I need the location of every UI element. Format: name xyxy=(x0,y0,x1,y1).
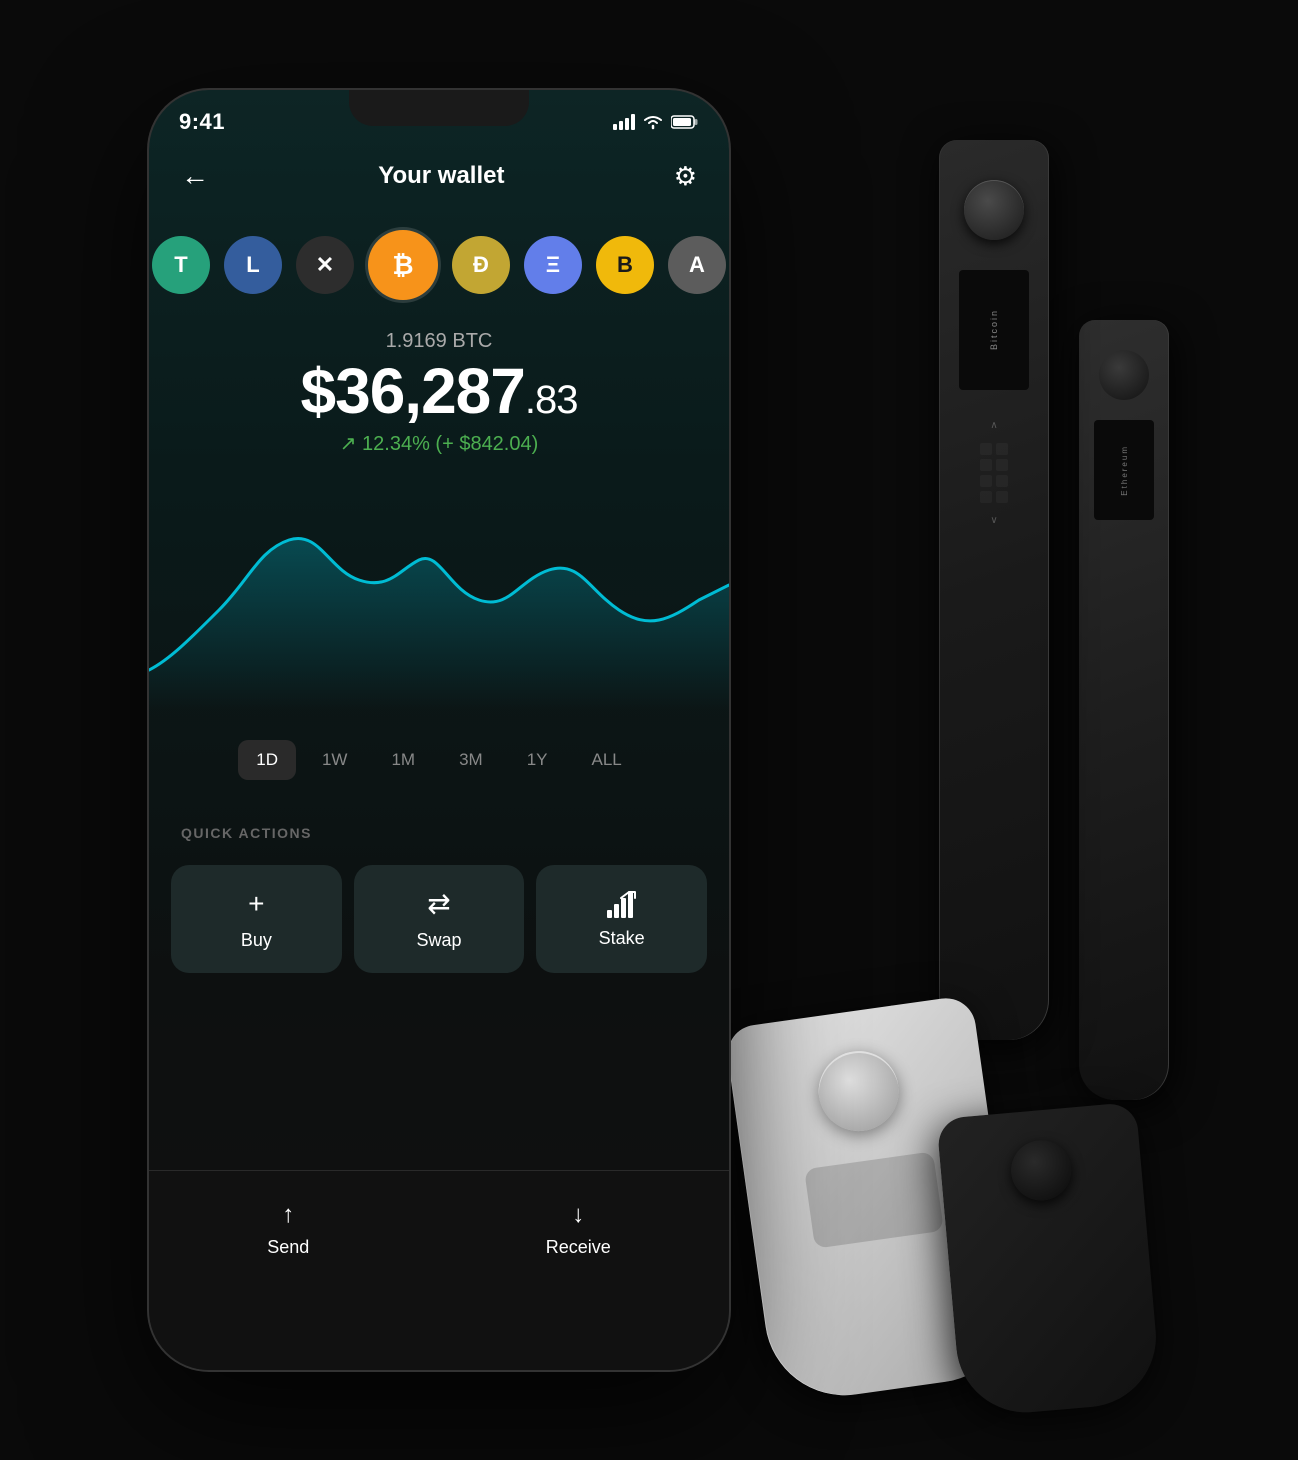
swap-icon: ⇄ xyxy=(427,887,450,920)
coin-selector: T L ✕ ₿ Ð Ξ B A xyxy=(149,230,729,300)
quick-actions: + Buy ⇄ Swap Stake xyxy=(171,865,707,973)
crypto-balance: 1.9169 BTC xyxy=(149,330,729,353)
hw2-text: Ethereum xyxy=(1120,445,1129,496)
hw1-text: Bitcoin xyxy=(989,309,999,350)
swap-button[interactable]: ⇄ Swap xyxy=(354,865,525,973)
hw3-button xyxy=(814,1046,904,1136)
swap-label: Swap xyxy=(416,930,461,951)
coin-xrp[interactable]: ✕ xyxy=(296,236,354,294)
period-1y[interactable]: 1Y xyxy=(509,740,566,780)
hw1-button xyxy=(964,180,1024,240)
coin-litecoin[interactable]: L xyxy=(224,236,282,294)
quick-actions-label: QUICK ACTIONS xyxy=(181,825,312,841)
bottom-bar: ↑ Send ↓ Receive xyxy=(149,1170,729,1370)
receive-button[interactable]: ↓ Receive xyxy=(546,1201,611,1258)
buy-label: Buy xyxy=(241,930,272,951)
coin-bitcoin[interactable]: ₿ xyxy=(368,230,438,300)
stake-icon xyxy=(607,890,637,918)
coin-algo[interactable]: A xyxy=(668,236,726,294)
phone-screen: 9:41 xyxy=(149,90,729,1370)
change-text: 12.34% (+ $842.04) xyxy=(362,433,538,455)
coin-bnb[interactable]: B xyxy=(596,236,654,294)
receive-icon: ↓ xyxy=(572,1201,584,1229)
balance-change: ↗ 12.34% (+ $842.04) xyxy=(149,431,729,456)
page-title: Your wallet xyxy=(378,162,504,190)
fiat-cents: .83 xyxy=(525,378,578,422)
phone-notch xyxy=(349,90,529,126)
period-all[interactable]: ALL xyxy=(574,740,640,780)
period-1d[interactable]: 1D xyxy=(238,740,296,780)
status-time: 9:41 xyxy=(179,109,225,135)
period-1w[interactable]: 1W xyxy=(304,740,366,780)
hw4-button xyxy=(1009,1138,1074,1203)
fiat-whole: $36,287 xyxy=(301,355,525,427)
status-icons xyxy=(613,114,699,130)
period-1m[interactable]: 1M xyxy=(373,740,433,780)
hw1-screen: Bitcoin xyxy=(959,270,1029,390)
app-header: ← Your wallet ⚙ xyxy=(149,160,729,192)
hardware-wallet-nano-s: Ethereum xyxy=(1079,320,1169,1100)
coin-tether[interactable]: T xyxy=(152,236,210,294)
phone-device: 9:41 xyxy=(149,90,729,1370)
price-chart xyxy=(149,470,729,710)
buy-icon: + xyxy=(248,888,264,920)
time-period-selector: 1D 1W 1M 3M 1Y ALL xyxy=(149,740,729,780)
coin-ethereum[interactable]: Ξ xyxy=(524,236,582,294)
change-arrow: ↗ xyxy=(340,433,357,455)
buy-button[interactable]: + Buy xyxy=(171,865,342,973)
back-button[interactable]: ← xyxy=(181,160,209,192)
send-button[interactable]: ↑ Send xyxy=(267,1201,309,1258)
fiat-balance: $36,287.83 xyxy=(149,359,729,423)
battery-icon xyxy=(671,114,699,130)
send-icon: ↑ xyxy=(282,1201,294,1229)
stake-label: Stake xyxy=(599,928,645,949)
wifi-icon xyxy=(643,114,663,130)
send-label: Send xyxy=(267,1237,309,1258)
hardware-wallet-nano-x: Bitcoin ∧ ∨ xyxy=(939,140,1049,1040)
balance-area: 1.9169 BTC $36,287.83 ↗ 12.34% (+ $842.0… xyxy=(149,330,729,456)
scene: 9:41 xyxy=(99,40,1199,1420)
signal-icon xyxy=(613,114,635,130)
receive-label: Receive xyxy=(546,1237,611,1258)
chart-area xyxy=(149,470,729,710)
hardware-wallet-stax xyxy=(936,1102,1161,1418)
stake-button[interactable]: Stake xyxy=(536,865,707,973)
settings-button[interactable]: ⚙ xyxy=(674,161,697,192)
period-3m[interactable]: 3M xyxy=(441,740,501,780)
coin-dogecoin[interactable]: Ð xyxy=(452,236,510,294)
